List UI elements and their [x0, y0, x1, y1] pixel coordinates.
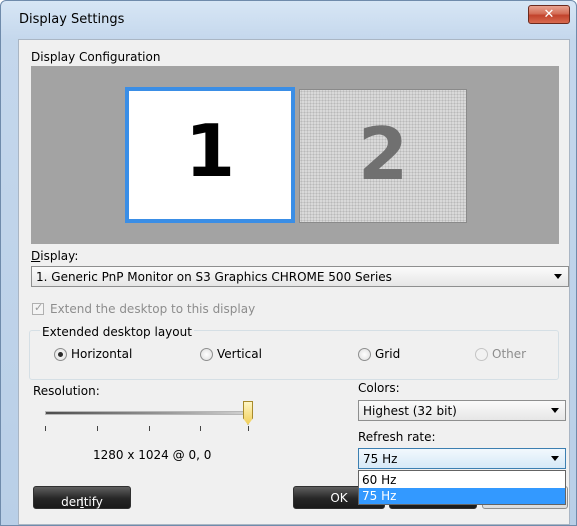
chevron-down-icon: [554, 274, 562, 279]
display-label: Display:: [31, 249, 79, 263]
refresh-rate-select-value: 75 Hz: [363, 452, 398, 466]
display-configuration-label: Display Configuration: [31, 50, 161, 64]
colors-select-value: Highest (32 bit): [363, 404, 457, 418]
slider-tick: [149, 426, 150, 431]
refresh-option-75hz[interactable]: 75 Hz: [359, 488, 565, 504]
chevron-down-icon: [551, 456, 559, 461]
radio-other-label: Other: [492, 347, 527, 361]
chevron-down-icon: [551, 408, 559, 413]
close-button[interactable]: ✕: [528, 5, 570, 24]
close-icon: ✕: [543, 7, 555, 22]
colors-select[interactable]: Highest (32 bit): [358, 400, 566, 421]
monitor-preview-area: 1 2: [31, 66, 559, 244]
identify-button[interactable]: Identify: [33, 486, 131, 509]
radio-horizontal[interactable]: [54, 348, 67, 361]
radio-grid-label: Grid: [375, 347, 401, 361]
window-title: Display Settings: [19, 12, 125, 27]
monitor-2[interactable]: 2: [299, 89, 467, 223]
resolution-value: 1280 x 1024 @ 0, 0: [93, 448, 212, 462]
slider-tick: [45, 426, 46, 431]
refresh-option-60hz[interactable]: 60 Hz: [359, 472, 565, 488]
extended-layout-label: Extended desktop layout: [40, 325, 194, 339]
resolution-slider-thumb[interactable]: [243, 401, 253, 425]
dialog-body: Display Configuration 1 2 Display: 1. Ge…: [18, 39, 570, 525]
extend-desktop-label: Extend the desktop to this display: [50, 302, 256, 316]
display-select-value: 1. Generic PnP Monitor on S3 Graphics CH…: [36, 270, 392, 284]
radio-horizontal-label: Horizontal: [71, 347, 133, 361]
slider-tick: [97, 426, 98, 431]
refresh-rate-select[interactable]: 75 Hz: [358, 448, 566, 469]
slider-tick: [200, 426, 201, 431]
monitor-1-number: 1: [184, 109, 236, 193]
display-select[interactable]: 1. Generic PnP Monitor on S3 Graphics CH…: [31, 266, 569, 287]
monitor-1[interactable]: 1: [125, 87, 295, 223]
checkmark-icon: ✓: [34, 301, 44, 314]
radio-other[interactable]: [475, 348, 488, 361]
resolution-label: Resolution:: [33, 384, 100, 398]
display-settings-window: Display Settings ✕ Display Configuration…: [0, 0, 577, 526]
colors-label: Colors:: [358, 381, 400, 395]
radio-vertical[interactable]: [200, 348, 213, 361]
display-label-rest: isplay:: [40, 249, 79, 263]
radio-grid[interactable]: [358, 348, 371, 361]
refresh-rate-label: Refresh rate:: [358, 430, 436, 444]
monitor-2-number: 2: [357, 112, 409, 196]
radio-vertical-label: Vertical: [217, 347, 262, 361]
slider-tick: [248, 426, 249, 431]
extend-desktop-checkbox[interactable]: ✓: [32, 301, 44, 315]
refresh-rate-dropdown-list: 60 Hz 75 Hz: [358, 470, 566, 505]
title-bar[interactable]: Display Settings ✕: [1, 1, 576, 31]
resolution-slider-track[interactable]: [45, 411, 253, 415]
